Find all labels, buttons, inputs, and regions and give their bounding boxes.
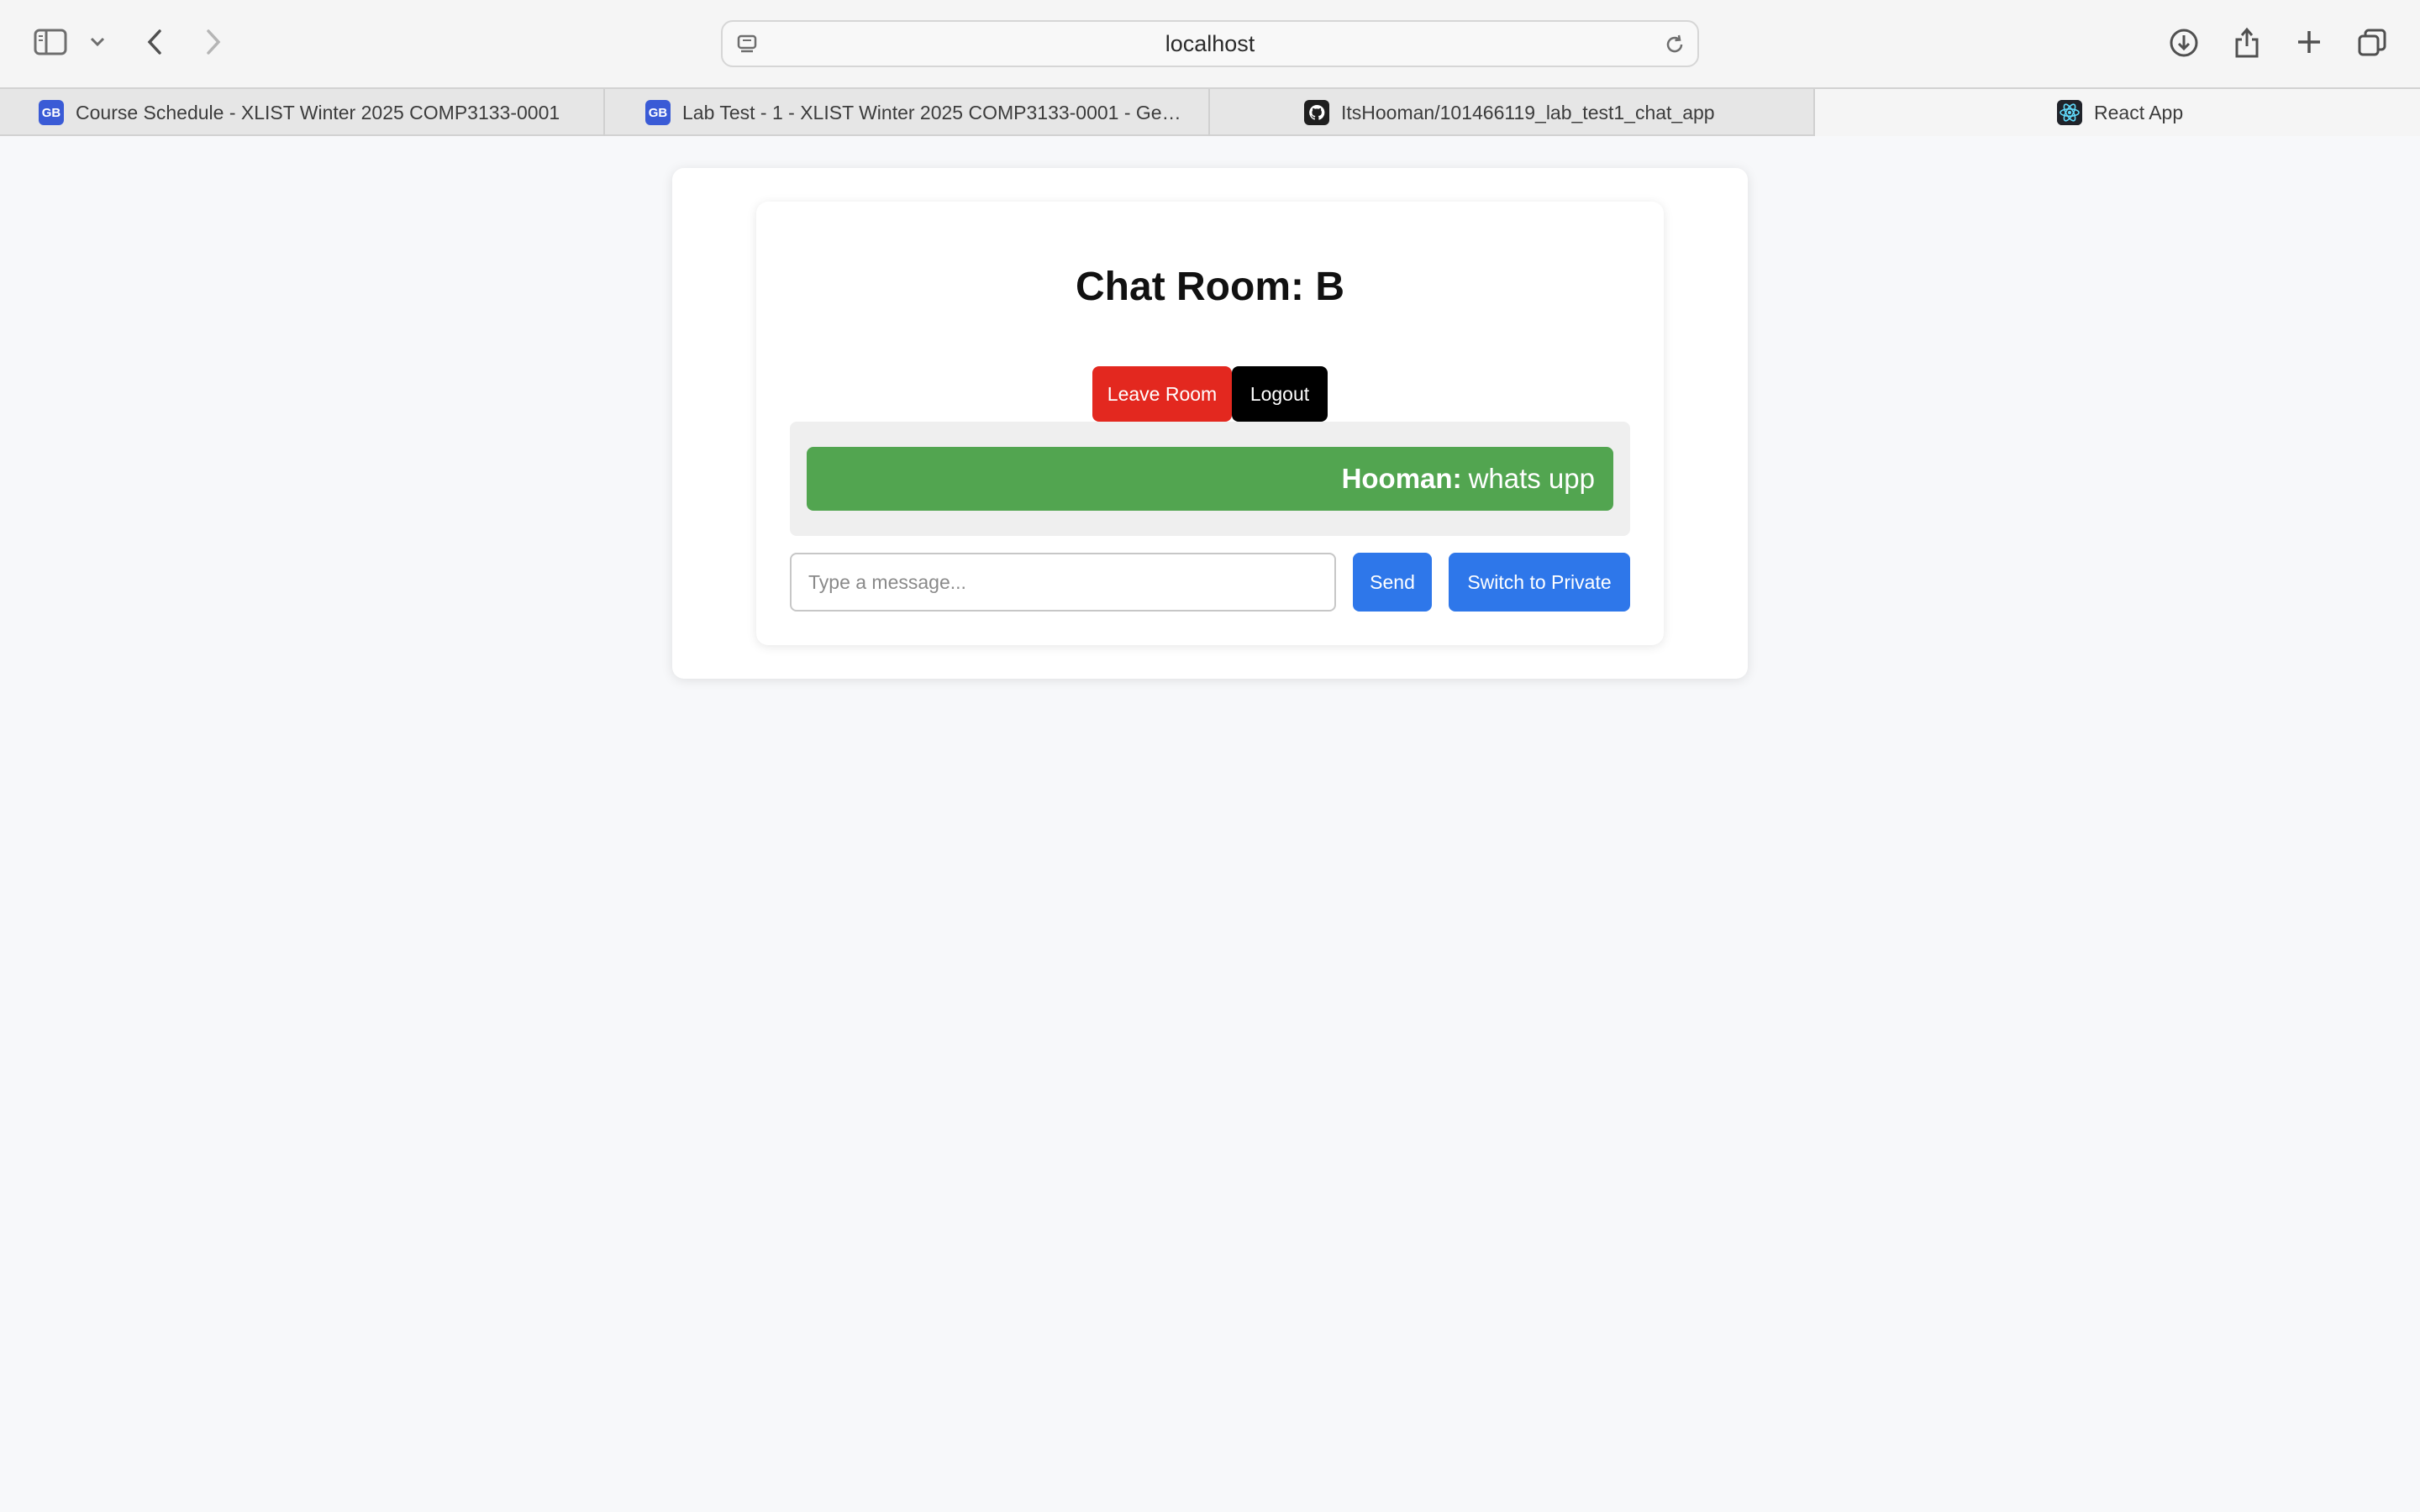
app-container: Chat Room: B Leave Room Logout Hooman: w…: [672, 168, 1748, 679]
share-icon[interactable]: [2230, 24, 2264, 60]
message-input[interactable]: [790, 553, 1336, 612]
new-tab-plus-icon[interactable]: [2292, 25, 2326, 59]
tab-overview-icon[interactable]: [2354, 25, 2390, 60]
tab-lab-test[interactable]: GB Lab Test - 1 - XLIST Winter 2025 COMP…: [605, 89, 1210, 136]
tab-label: React App: [2094, 101, 2184, 123]
tab-label: Lab Test - 1 - XLIST Winter 2025 COMP313…: [682, 101, 1192, 123]
message-list: Hooman: whats upp: [790, 422, 1630, 536]
address-bar[interactable]: localhost: [721, 20, 1699, 67]
message-text: whats upp: [1468, 463, 1595, 494]
chevron-down-icon[interactable]: [87, 32, 108, 52]
url-text: localhost: [1165, 30, 1255, 56]
github-icon: [1304, 100, 1329, 125]
react-icon: [2057, 100, 2082, 125]
message-sender: Hooman:: [1341, 463, 1462, 494]
downloads-icon[interactable]: [2166, 25, 2202, 60]
browser-toolbar: localhost: [0, 0, 2420, 87]
gbc-favicon-icon: GB: [645, 100, 671, 125]
tab-label: Course Schedule - XLIST Winter 2025 COMP…: [76, 101, 560, 123]
reload-icon[interactable]: [1662, 32, 1687, 57]
tab-course-schedule[interactable]: GB Course Schedule - XLIST Winter 2025 C…: [0, 89, 605, 136]
tab-github-repo[interactable]: ItsHooman/101466119_lab_test1_chat_app: [1210, 89, 1815, 136]
leave-room-button[interactable]: Leave Room: [1092, 366, 1232, 422]
gbc-favicon-icon: GB: [39, 100, 64, 125]
message-item: Hooman: whats upp: [807, 447, 1613, 511]
chat-room-card: Chat Room: B Leave Room Logout Hooman: w…: [756, 202, 1664, 645]
tab-label: ItsHooman/101466119_lab_test1_chat_app: [1341, 101, 1715, 123]
tab-strip: GB Course Schedule - XLIST Winter 2025 C…: [0, 87, 2420, 136]
logout-button[interactable]: Logout: [1232, 366, 1328, 422]
forward-arrow-icon[interactable]: [200, 25, 227, 59]
switch-to-private-button[interactable]: Switch to Private: [1449, 553, 1630, 612]
send-button[interactable]: Send: [1353, 553, 1432, 612]
tab-react-app[interactable]: React App: [1815, 89, 2420, 136]
page-title: Chat Room: B: [1076, 265, 1344, 309]
back-arrow-icon[interactable]: [141, 25, 168, 59]
sidebar-toggle-icon[interactable]: [32, 25, 69, 59]
